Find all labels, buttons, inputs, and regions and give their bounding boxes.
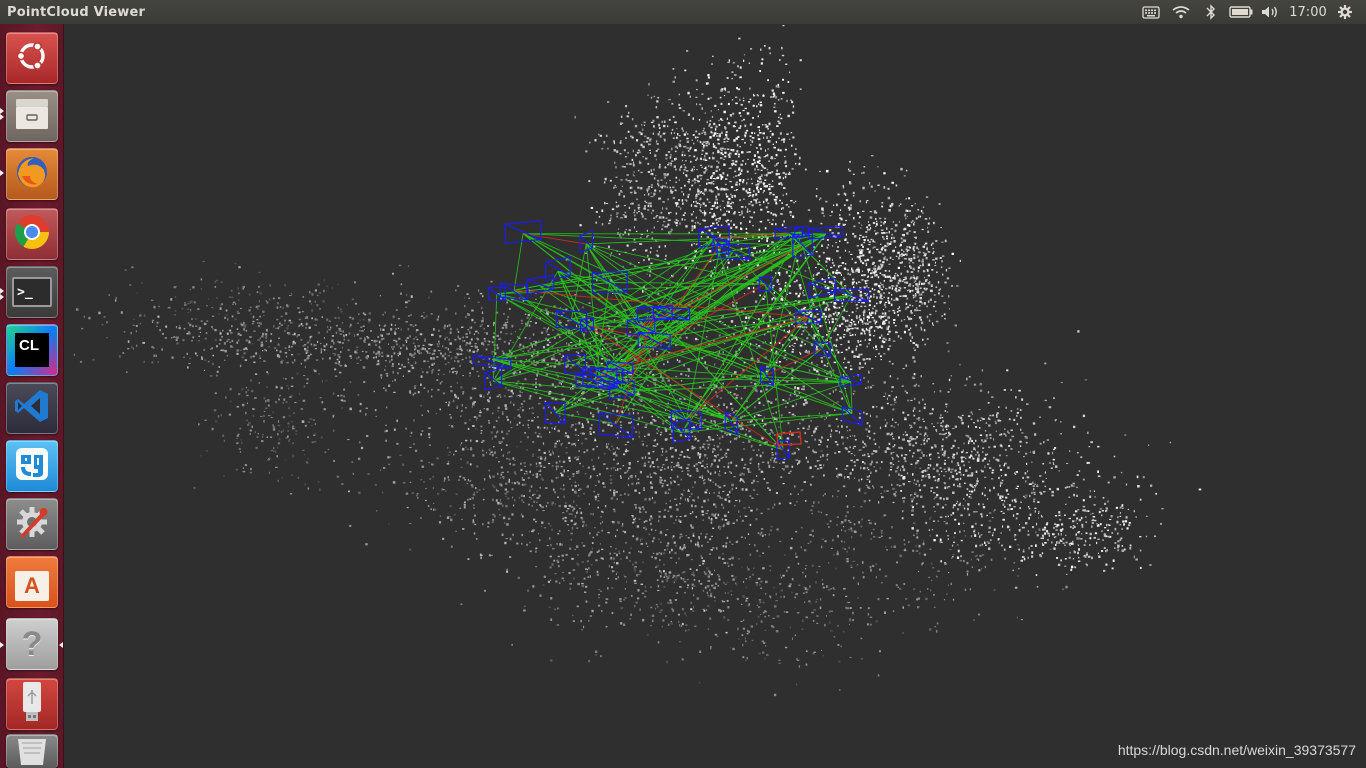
trash-icon — [12, 735, 52, 768]
launcher-item-files[interactable] — [6, 90, 58, 142]
launcher-item-vscode[interactable] — [6, 382, 58, 434]
pointcloud-render[interactable] — [65, 24, 1366, 768]
launcher-item-software-center[interactable]: A — [6, 556, 58, 608]
keyboard-icon[interactable] — [1136, 0, 1166, 24]
watermark: https://blog.csdn.net/weixin_39373577 — [1117, 742, 1356, 758]
firefox-icon — [12, 152, 52, 196]
covisibility-graph — [492, 231, 853, 451]
launcher-item-help[interactable]: ? — [6, 618, 58, 670]
launcher-item-chrome[interactable] — [6, 208, 58, 260]
wrench-gear-icon — [12, 502, 52, 546]
usb-drive-icon — [17, 680, 47, 728]
battery-icon[interactable] — [1226, 0, 1256, 24]
clion-icon: CL — [15, 333, 49, 367]
top-panel: PointCloud Viewer 17:00 — [0, 0, 1366, 24]
help-icon: ? — [21, 625, 43, 663]
indicator-area: 17:00 — [1136, 0, 1366, 24]
shopping-bag-icon: A — [15, 571, 49, 601]
running-indicator — [0, 114, 4, 120]
terminal-icon: >_ — [12, 277, 52, 307]
focus-indicator — [59, 642, 63, 648]
qq-icon — [12, 444, 52, 488]
launcher-item-qq[interactable] — [6, 440, 58, 492]
point-cloud-points — [73, 25, 1202, 697]
launcher-item-trash[interactable] — [6, 734, 58, 768]
pointcloud-canvas[interactable]: https://blog.csdn.net/weixin_39373577 — [65, 24, 1366, 768]
window-title: PointCloud Viewer — [7, 4, 146, 20]
launcher-item-clion[interactable]: CL — [6, 324, 58, 376]
volume-icon[interactable] — [1256, 0, 1286, 24]
power-gear-icon[interactable] — [1330, 0, 1360, 24]
launcher-item-system-settings[interactable] — [6, 498, 58, 550]
launcher-item-usb-drive[interactable] — [6, 678, 58, 730]
running-indicator — [0, 170, 4, 176]
launcher-item-dash[interactable] — [6, 32, 58, 84]
running-indicator — [0, 294, 4, 300]
launcher: >_ CL A ? — [0, 24, 64, 768]
wifi-icon[interactable] — [1166, 0, 1196, 24]
clock[interactable]: 17:00 — [1286, 5, 1330, 20]
file-cabinet-icon — [13, 95, 51, 137]
launcher-item-firefox[interactable] — [6, 148, 58, 200]
ubuntu-logo-icon — [14, 38, 50, 78]
vscode-icon — [12, 386, 52, 430]
launcher-item-terminal[interactable]: >_ — [6, 266, 58, 318]
chrome-icon — [12, 212, 52, 256]
running-indicator — [0, 642, 4, 648]
bluetooth-icon[interactable] — [1196, 0, 1226, 24]
